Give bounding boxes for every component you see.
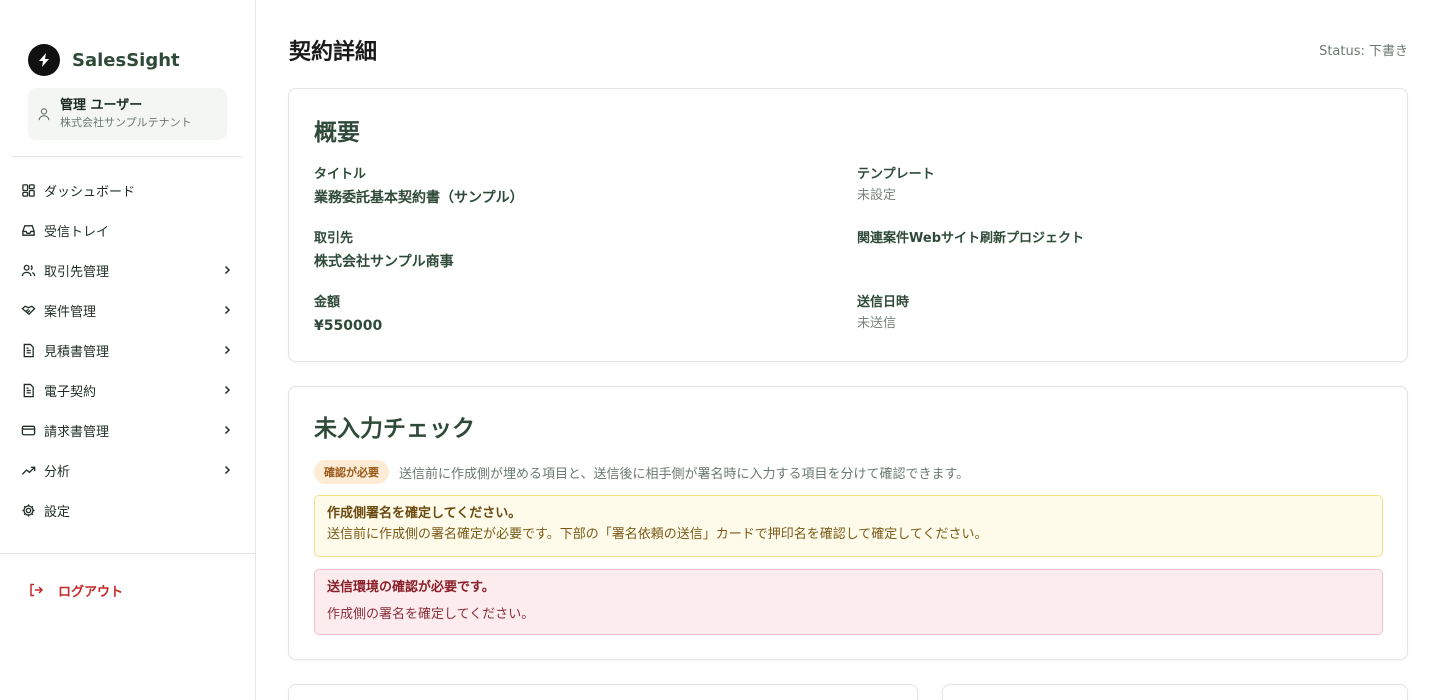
logout-label: ログアウト [58,584,124,600]
field-value: 株式会社サンプル商事 [314,254,454,270]
sidebar-item-label: 設定 [44,504,71,520]
sidebar-item-invoices[interactable]: 請求書管理 [12,410,243,450]
warning-alert: 作成側署名を確定してください。 送信前に作成側の署名確定が必要です。下部の「署名… [314,495,1383,557]
status-text: Status: 下書き [1319,44,1408,59]
field-amount: 金額 ¥550000 [314,293,382,339]
sidebar-divider [12,156,243,157]
sidebar-item-label: 案件管理 [44,304,97,320]
sidebar: SalesSight 管理 ユーザー 株式会社サンプルテナント ダッシュボード … [0,0,256,700]
bottom-right-card [942,684,1408,700]
sidebar-item-label: 請求書管理 [44,424,110,440]
field-related-deal: 関連案件Webサイト刷新プロジェクト [857,229,1084,249]
sidebar-item-e-contracts[interactable]: 電子契約 [12,370,243,410]
sidebar-divider [0,553,255,554]
sidebar-nav: ダッシュボード 受信トレイ 取引先管理 案件管理 見積書管理 電子契約 請求書管… [12,170,243,530]
check-summary: 確認が必要 送信前に作成側が埋める項目と、送信後に相手側が署名時に入力する項目を… [314,460,969,484]
brand-logo-icon [28,44,60,76]
sidebar-item-label: 受信トレイ [44,224,110,240]
user-icon [36,106,52,122]
check-description: 送信前に作成側が埋める項目と、送信後に相手側が署名時に入力する項目を分けて確認で… [399,466,970,482]
field-value: ¥550000 [314,318,383,334]
handshake-icon [20,302,36,318]
status-badge: 確認が必要 [314,460,389,484]
logout-button[interactable]: ログアウト [28,576,123,604]
bottom-left-card [288,684,918,700]
document-icon [20,342,36,358]
overview-card: 概要 タイトル 業務委託基本契約書（サンプル） テンプレート 未設定 取引先 株… [288,88,1408,362]
chevron-right-icon [219,262,235,278]
sidebar-item-label: 見積書管理 [44,344,110,360]
sidebar-item-dashboard[interactable]: ダッシュボード [12,170,243,210]
sidebar-item-label: ダッシュボード [44,184,136,200]
sidebar-item-analytics[interactable]: 分析 [12,450,243,490]
inbox-icon [20,222,36,238]
sidebar-item-label: 分析 [44,464,71,480]
field-value: 業務委託基本契約書（サンプル） [314,190,524,206]
dashboard-icon [20,182,36,198]
field-label: 取引先 [314,231,354,246]
field-label: 送信日時 [857,295,910,310]
user-card[interactable]: 管理 ユーザー 株式会社サンプルテナント [28,88,227,140]
chevron-right-icon [219,342,235,358]
gear-icon [20,502,36,518]
field-label: タイトル [314,167,367,182]
field-label: テンプレート [857,167,935,182]
user-name: 管理 ユーザー [60,98,143,113]
sidebar-item-clients[interactable]: 取引先管理 [12,250,243,290]
error-title: 送信環境の確認が必要です。 [327,580,495,595]
chevron-right-icon [219,422,235,438]
brand[interactable]: SalesSight [28,44,180,76]
warning-body: 送信前に作成側の署名確定が必要です。下部の「署名依頼の送信」カードで押印名を確認… [327,527,988,542]
user-tenant: 株式会社サンプルテナント [60,116,192,129]
field-client: 取引先 株式会社サンプル商事 [314,229,454,275]
chevron-right-icon [219,382,235,398]
warning-title: 作成側署名を確定してください。 [327,506,522,521]
chevron-right-icon [219,302,235,318]
error-body: 作成側の署名を確定してください。 [327,607,535,622]
missing-input-check-card: 未入力チェック 確認が必要 送信前に作成側が埋める項目と、送信後に相手側が署名時… [288,386,1408,660]
trending-up-icon [20,462,36,478]
error-alert: 送信環境の確認が必要です。 作成側の署名を確定してください。 [314,569,1383,635]
logout-icon [28,582,44,598]
field-value: 未送信 [857,316,897,331]
field-title: タイトル 業務委託基本契約書（サンプル） [314,165,524,211]
sidebar-item-deals[interactable]: 案件管理 [12,290,243,330]
field-template: テンプレート 未設定 [857,165,935,207]
field-label: 金額 [314,295,341,310]
credit-card-icon [20,422,36,438]
page-title: 契約詳細 [289,40,378,65]
users-icon [20,262,36,278]
sidebar-item-inbox[interactable]: 受信トレイ [12,210,243,250]
check-title: 未入力チェック [314,416,475,442]
sidebar-item-label: 取引先管理 [44,264,110,280]
document-icon [20,382,36,398]
sidebar-item-settings[interactable]: 設定 [12,490,243,530]
field-value: 未設定 [857,188,897,203]
sidebar-item-quotes[interactable]: 見積書管理 [12,330,243,370]
field-sent-at: 送信日時 未送信 [857,293,909,335]
overview-title: 概要 [314,120,360,146]
sidebar-item-label: 電子契約 [44,384,97,400]
chevron-right-icon [219,462,235,478]
field-label: 関連案件Webサイト刷新プロジェクト [857,231,1084,246]
brand-name: SalesSight [72,49,180,71]
